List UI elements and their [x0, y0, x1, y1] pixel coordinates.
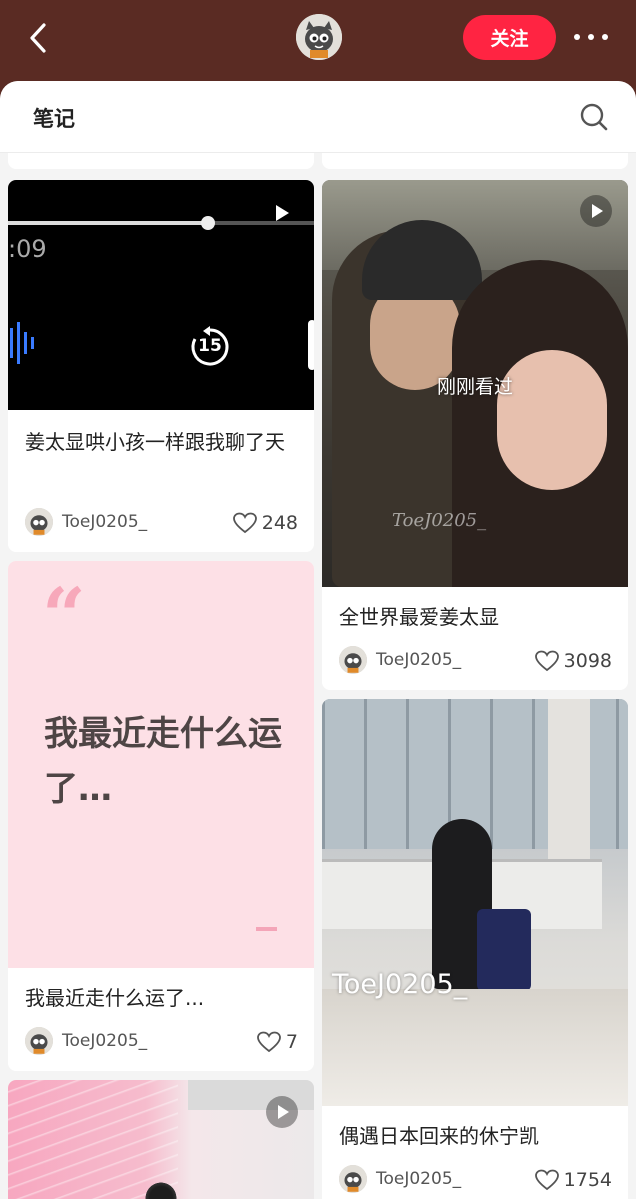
like-count: 1754 — [563, 1169, 612, 1191]
avatar-icon — [25, 1027, 53, 1055]
like-button[interactable]: 3098 — [534, 648, 612, 674]
rewind-15-icon: 15 — [189, 326, 231, 368]
top-bar: 关注 — [0, 0, 636, 82]
author-avatar[interactable] — [25, 1027, 53, 1055]
heart-icon — [534, 1169, 559, 1191]
like-count: 7 — [285, 1031, 298, 1053]
note-cover: :09 15 — [8, 180, 314, 410]
video-time: :09 — [8, 235, 47, 263]
floor-reflection — [322, 989, 628, 1106]
like-button[interactable]: 7 — [257, 1029, 298, 1055]
quote-text: 我最近走什么运了… — [44, 714, 282, 809]
note-title: 偶遇日本回来的休宁凯 — [339, 1124, 539, 1148]
rewind-15-label: 15 — [198, 336, 222, 356]
like-count: 248 — [261, 512, 298, 534]
note-card[interactable]: ToeJ0205_ 偶遇日本回来的休宁凯 ToeJ0205_ 1754 — [322, 699, 628, 1199]
note-cover: ToeJ0205_ — [322, 699, 628, 1106]
author-row: ToeJ0205_ 248 — [25, 508, 298, 538]
author-row: ToeJ0205_ 3098 — [339, 646, 612, 676]
video-badge — [266, 1096, 298, 1128]
note-title: 姜太显哄小孩一样跟我聊了天 — [25, 430, 285, 454]
video-badge — [580, 195, 612, 227]
author-avatar[interactable] — [339, 646, 367, 674]
quote-mark: “ — [42, 571, 86, 660]
author-row: ToeJ0205_ 7 — [25, 1027, 298, 1057]
notes-tab-title: 笔记 — [33, 107, 75, 131]
author-name[interactable]: ToeJ0205_ — [376, 650, 461, 670]
heart-icon — [232, 512, 257, 534]
search-icon — [580, 103, 608, 131]
author-avatar[interactable] — [25, 508, 53, 536]
person-right-face — [497, 350, 607, 490]
author-name[interactable]: ToeJ0205_ — [62, 512, 147, 532]
note-card[interactable] — [8, 1080, 314, 1199]
heart-icon — [257, 1031, 281, 1053]
like-button[interactable]: 1754 — [534, 1167, 612, 1193]
cover-watermark: ToeJ0205_ — [392, 510, 487, 531]
notes-header: 笔记 — [0, 81, 636, 153]
suitcase — [477, 909, 531, 991]
video-scrubber — [201, 216, 215, 230]
avatar-icon — [339, 1165, 367, 1193]
back-icon — [30, 23, 46, 53]
back-button[interactable] — [22, 20, 58, 56]
search-button[interactable] — [578, 101, 610, 133]
note-cover: “ 我最近走什么运了… — [8, 561, 314, 968]
like-count: 3098 — [563, 650, 612, 672]
more-button[interactable] — [568, 22, 614, 52]
video-progress-fill — [8, 221, 208, 225]
avatar-icon — [25, 508, 53, 536]
follow-button[interactable]: 关注 — [463, 15, 556, 60]
quote-dash — [256, 927, 277, 931]
note-card[interactable]: :09 15 姜太显哄小孩一样跟我聊了天 ToeJ0205_ 248 — [8, 180, 314, 552]
profile-avatar[interactable] — [296, 14, 342, 60]
note-card[interactable]: “ 我最近走什么运了… 我最近走什么运了... ToeJ0205_ 7 — [8, 561, 314, 1071]
note-cover: 刚刚看过 ToeJ0205_ — [322, 180, 628, 587]
avatar-icon — [296, 14, 342, 60]
overlay-text: 刚刚看过 — [436, 376, 513, 398]
author-avatar[interactable] — [339, 1165, 367, 1193]
author-row: ToeJ0205_ 1754 — [339, 1165, 612, 1195]
like-button[interactable]: 248 — [232, 510, 298, 536]
notes-sheet: 笔记 :09 15 姜太显哄小孩一样跟我聊了天 ToeJ0205_ 248 刚刚… — [0, 81, 636, 1199]
note-title: 全世界最爱姜太显 — [339, 605, 499, 629]
author-name[interactable]: ToeJ0205_ — [62, 1031, 147, 1051]
author-name[interactable]: ToeJ0205_ — [376, 1169, 461, 1189]
pillar — [548, 699, 590, 859]
note-card[interactable]: 刚刚看过 ToeJ0205_ 全世界最爱姜太显 ToeJ0205_ 3098 — [322, 180, 628, 690]
note-title: 我最近走什么运了... — [25, 986, 205, 1010]
more-icon — [574, 34, 608, 40]
heart-icon — [534, 650, 559, 672]
cover-watermark: ToeJ0205_ — [332, 969, 468, 1000]
note-cover — [8, 1080, 314, 1199]
audio-wave-icon — [10, 322, 34, 364]
avatar-icon — [339, 646, 367, 674]
side-handle — [308, 320, 314, 370]
play-icon — [276, 205, 289, 221]
